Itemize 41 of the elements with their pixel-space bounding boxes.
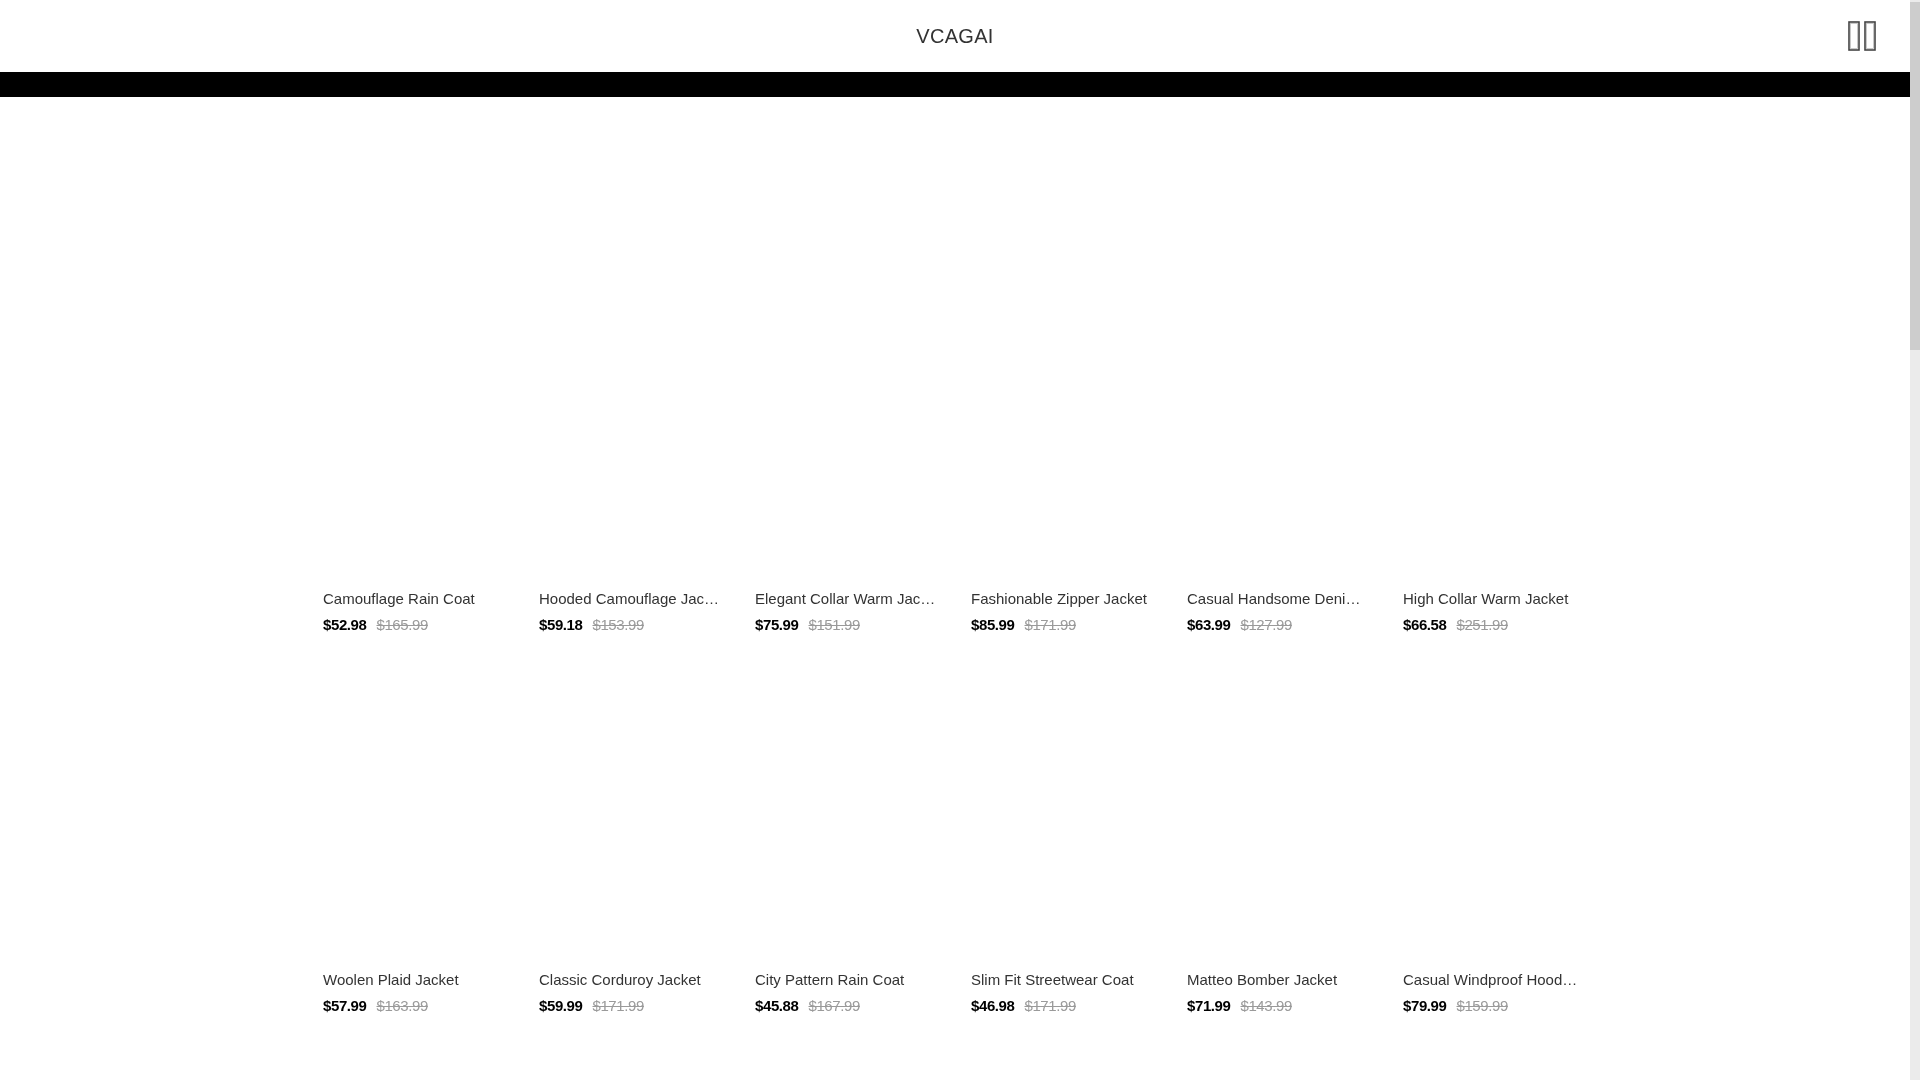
- product-name[interactable]: City Pattern Rain Coat: [755, 970, 905, 990]
- sale-price: $75.99: [755, 615, 799, 635]
- original-price: $171.99: [1024, 615, 1076, 635]
- original-price: $127.99: [1240, 615, 1292, 635]
- product-name[interactable]: Woolen Plaid Jacket: [323, 970, 459, 990]
- empty-frame-icon[interactable]: [1848, 21, 1860, 51]
- sale-price: $57.99: [323, 996, 367, 1016]
- sale-price: $52.98: [323, 615, 367, 635]
- product-name[interactable]: Slim Fit Streetwear Coat: [971, 970, 1134, 990]
- sale-price: $45.88: [755, 996, 799, 1016]
- sale-price: $71.99: [1187, 996, 1231, 1016]
- product-name[interactable]: Casual Windproof Hood…: [1403, 970, 1578, 990]
- original-price: $167.99: [808, 996, 860, 1016]
- original-price: $163.99: [376, 996, 428, 1016]
- original-price: $153.99: [592, 615, 644, 635]
- original-price: $143.99: [1240, 996, 1292, 1016]
- original-price: $159.99: [1456, 996, 1508, 1016]
- product-name[interactable]: Elegant Collar Warm Jac…: [755, 589, 936, 609]
- sale-price: $59.99: [539, 996, 583, 1016]
- logo[interactable]: VCAGAI: [916, 24, 994, 48]
- scrollbar-thumb[interactable]: [1910, 2, 1920, 350]
- product-name[interactable]: Casual Handsome Deni…: [1187, 589, 1361, 609]
- product-name[interactable]: Matteo Bomber Jacket: [1187, 970, 1338, 990]
- scrollbar-track[interactable]: [1910, 0, 1920, 1080]
- product-name[interactable]: High Collar Warm Jacket: [1403, 589, 1569, 609]
- original-price: $171.99: [592, 996, 644, 1016]
- original-price: $171.99: [1024, 996, 1076, 1016]
- sale-price: $59.18: [539, 615, 583, 635]
- sale-price: $63.99: [1187, 615, 1231, 635]
- sale-price: $79.99: [1403, 996, 1447, 1016]
- product-name[interactable]: Classic Corduroy Jacket: [539, 970, 701, 990]
- sale-price: $85.99: [971, 615, 1015, 635]
- sale-price: $46.98: [971, 996, 1015, 1016]
- sale-price: $66.58: [1403, 615, 1447, 635]
- product-name[interactable]: Fashionable Zipper Jacket: [971, 589, 1147, 609]
- product-name[interactable]: Hooded Camouflage Jac…: [539, 589, 720, 609]
- original-price: $251.99: [1456, 615, 1508, 635]
- original-price: $165.99: [376, 615, 428, 635]
- original-price: $151.99: [808, 615, 860, 635]
- product-name[interactable]: Camouflage Rain Coat: [323, 589, 475, 609]
- empty-frame-icon[interactable]: [1864, 21, 1876, 51]
